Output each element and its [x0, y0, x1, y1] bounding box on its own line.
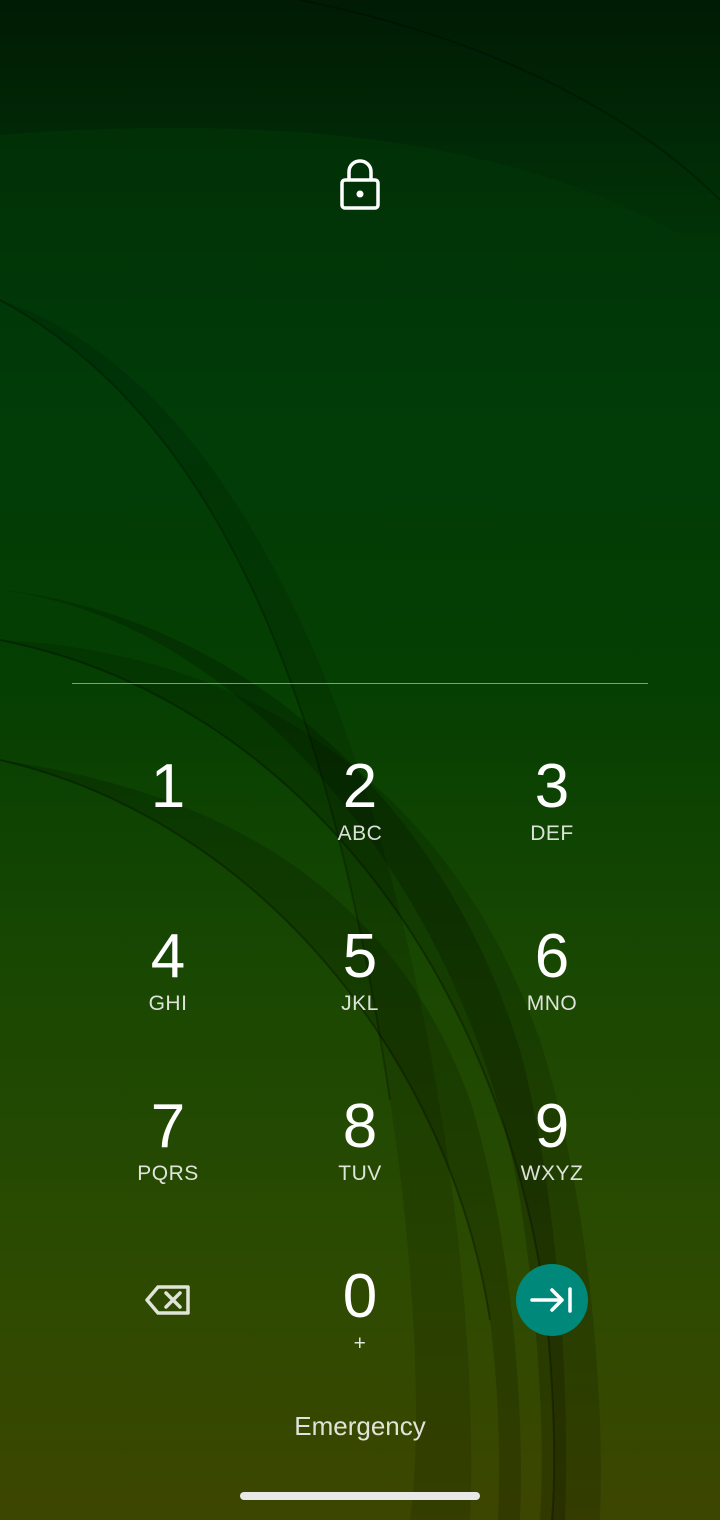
- pin-entry-underline: [72, 683, 648, 684]
- keypad-key-4[interactable]: 4 GHI: [88, 926, 248, 1076]
- keypad-key-2[interactable]: 2 ABC: [280, 756, 440, 906]
- key-letters: ABC: [337, 822, 383, 845]
- pin-entry-field[interactable]: [72, 600, 648, 684]
- keypad-key-3[interactable]: 3 DEF: [472, 756, 632, 906]
- keypad-key-0[interactable]: 0 +: [280, 1266, 440, 1416]
- key-letters: DEF: [530, 822, 574, 845]
- key-letters: GHI: [148, 992, 188, 1015]
- key-letters: WXYZ: [520, 1162, 584, 1185]
- key-letters: MNO: [526, 992, 578, 1015]
- keypad-key-5[interactable]: 5 JKL: [280, 926, 440, 1076]
- key-digit: 1: [150, 752, 186, 821]
- key-digit: 9: [534, 1092, 570, 1161]
- keypad-key-9[interactable]: 9 WXYZ: [472, 1096, 632, 1246]
- backspace-icon: [145, 1285, 190, 1315]
- emergency-call-button[interactable]: Emergency: [260, 1406, 460, 1446]
- keypad-key-8[interactable]: 8 TUV: [280, 1096, 440, 1246]
- key-letters: TUV: [338, 1162, 382, 1185]
- keypad-key-7[interactable]: 7 PQRS: [88, 1096, 248, 1246]
- key-digit: 8: [342, 1092, 378, 1161]
- key-letters: JKL: [341, 992, 379, 1015]
- key-digit: 5: [342, 922, 378, 991]
- keypad-key-1[interactable]: 1: [88, 756, 248, 906]
- key-digit: 7: [150, 1092, 186, 1161]
- key-digit: 3: [534, 752, 570, 821]
- keypad-key-6[interactable]: 6 MNO: [472, 926, 632, 1076]
- gesture-handle[interactable]: [240, 1492, 480, 1500]
- key-digit: 4: [150, 922, 186, 991]
- enter-arrow-icon: [530, 1287, 572, 1313]
- backspace-button[interactable]: [128, 1260, 208, 1340]
- key-digit: 0: [342, 1262, 378, 1331]
- key-letters: +: [353, 1332, 367, 1355]
- lock-icon: [340, 159, 380, 210]
- lock-screen: 1 2 ABC 3 DEF 4 GHI 5 JKL 6 MNO 7 PQRS 8…: [0, 0, 720, 1520]
- key-digit: 6: [534, 922, 570, 991]
- enter-button[interactable]: [516, 1264, 588, 1336]
- key-letters: PQRS: [137, 1162, 199, 1185]
- key-digit: 2: [342, 752, 378, 821]
